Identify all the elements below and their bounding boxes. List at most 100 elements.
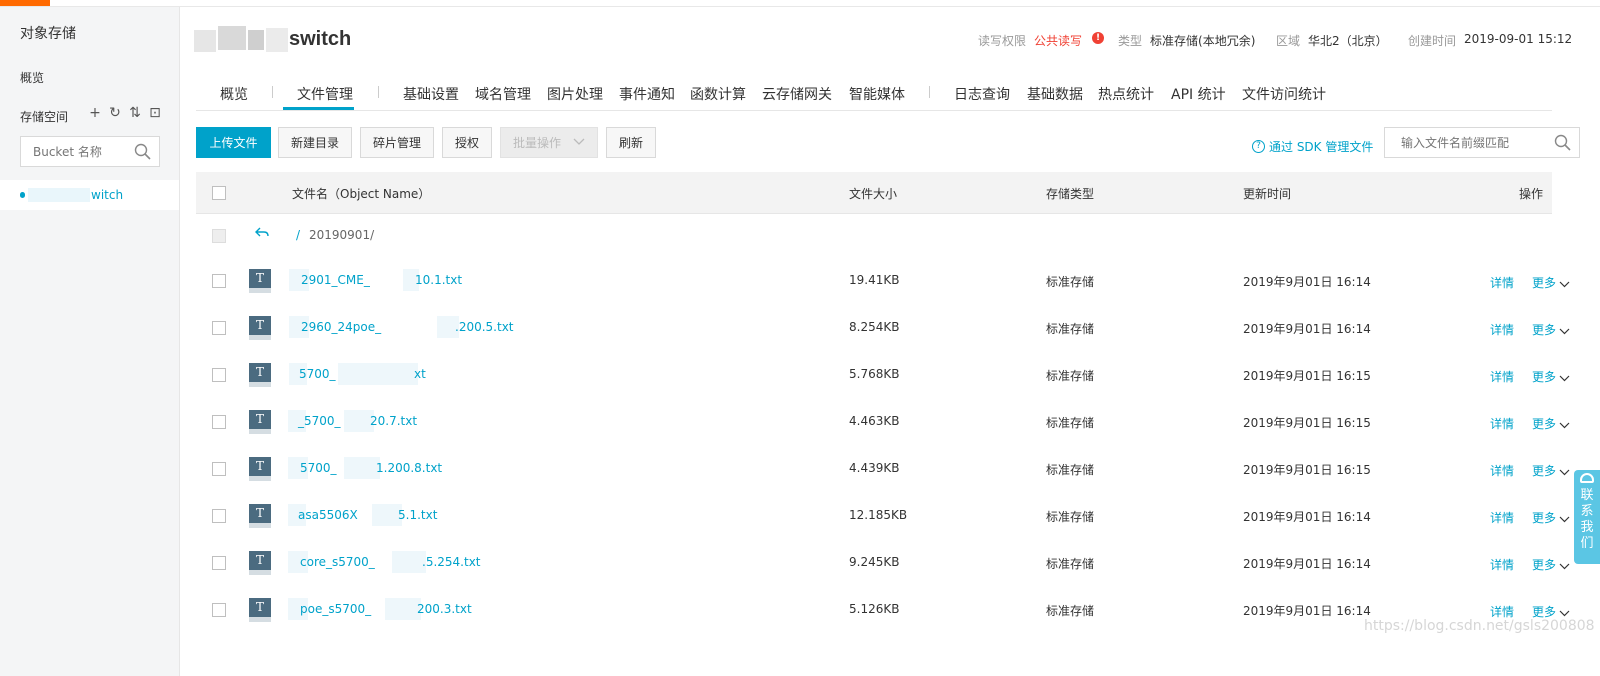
redacted-region <box>194 30 216 52</box>
contact-us-button[interactable]: 联系我们 <box>1574 470 1600 564</box>
row-checkbox[interactable] <box>212 415 226 429</box>
more-dropdown[interactable]: 更多 <box>1532 509 1570 526</box>
updated-time: 2019年9月01日 16:15 <box>1243 463 1371 477</box>
tab-log-query[interactable]: 日志查询 <box>954 84 1010 104</box>
detail-link[interactable]: 详情 <box>1490 368 1514 385</box>
bucket-search-input[interactable] <box>21 137 125 166</box>
row-checkbox[interactable] <box>212 274 226 288</box>
more-dropdown[interactable]: 更多 <box>1532 368 1570 385</box>
table-row: T 5700_ 1.200.8.txt 4.439KB 标准存储 2019年9月… <box>196 444 1570 491</box>
detail-link[interactable]: 详情 <box>1490 321 1514 338</box>
file-name-suffix[interactable]: .200.5.txt <box>455 320 514 334</box>
file-size: 5.126KB <box>849 602 900 616</box>
more-label: 更多 <box>1532 370 1557 384</box>
updated-time: 2019年9月01日 16:14 <box>1243 557 1371 571</box>
file-name-link[interactable]: 5700_ <box>299 367 336 381</box>
created-label: 创建时间 <box>1408 34 1457 48</box>
redacted-region <box>338 363 418 385</box>
file-name-link[interactable]: _5700_ <box>298 414 341 428</box>
warning-icon[interactable]: ! <box>1092 32 1105 44</box>
sdk-manage-link[interactable]: ? 通过 SDK 管理文件 <box>1252 138 1373 155</box>
row-checkbox[interactable] <box>212 462 226 476</box>
file-name-suffix[interactable]: 20.7.txt <box>370 414 417 428</box>
tab-file-management[interactable]: 文件管理 <box>297 84 353 104</box>
sort-icon[interactable]: ⇅ <box>128 105 142 121</box>
file-name-link[interactable]: core_s5700_ <box>300 555 375 569</box>
refresh-button[interactable]: 刷新 <box>606 127 656 158</box>
tab-domain-management[interactable]: 域名管理 <box>475 84 531 104</box>
tab-overview[interactable]: 概览 <box>220 84 248 104</box>
sdk-link-text: 通过 SDK 管理文件 <box>1269 140 1374 154</box>
expand-icon[interactable]: ⊡ <box>148 105 162 121</box>
row-checkbox[interactable] <box>212 509 226 523</box>
fragment-management-button[interactable]: 碎片管理 <box>360 127 434 158</box>
detail-link[interactable]: 详情 <box>1490 556 1514 573</box>
tab-file-access-stats[interactable]: 文件访问统计 <box>1242 84 1326 104</box>
active-tab-indicator <box>283 107 354 110</box>
file-name-link[interactable]: 2901_CME_ <box>301 273 370 287</box>
updated-time: 2019年9月01日 16:14 <box>1243 604 1371 618</box>
tab-image-processing[interactable]: 图片处理 <box>547 84 603 104</box>
file-name-suffix[interactable]: 1.200.8.txt <box>376 461 442 475</box>
add-bucket-icon[interactable]: + <box>88 105 102 121</box>
tab-smart-media[interactable]: 智能媒体 <box>849 84 905 104</box>
tab-function-compute[interactable]: 函数计算 <box>690 84 746 104</box>
sidebar-item-overview[interactable]: 概览 <box>20 69 44 86</box>
text-file-icon: T <box>249 410 271 434</box>
text-file-icon: T <box>249 457 271 481</box>
row-checkbox[interactable] <box>212 556 226 570</box>
file-name-suffix[interactable]: .5.254.txt <box>422 555 481 569</box>
more-dropdown[interactable]: 更多 <box>1532 462 1570 479</box>
row-checkbox[interactable] <box>212 603 226 617</box>
file-name-link[interactable]: 2960_24poe_ <box>301 320 381 334</box>
redacted-region <box>344 457 380 479</box>
row-checkbox[interactable] <box>212 321 226 335</box>
back-arrow-icon[interactable] <box>254 226 270 243</box>
search-icon[interactable] <box>1554 134 1571 154</box>
batch-operation-dropdown[interactable]: 批量操作 <box>500 127 598 158</box>
created-value: 2019-09-01 15:12 <box>1464 32 1573 46</box>
storage-type: 标准存储 <box>1046 510 1095 524</box>
tab-storage-gateway[interactable]: 云存储网关 <box>762 84 832 104</box>
text-file-icon: T <box>249 363 271 387</box>
more-dropdown[interactable]: 更多 <box>1532 415 1570 432</box>
refresh-icon[interactable]: ↻ <box>108 105 122 121</box>
authorize-button[interactable]: 授权 <box>442 127 492 158</box>
detail-link[interactable]: 详情 <box>1490 415 1514 432</box>
file-name-suffix[interactable]: 5.1.txt <box>398 508 437 522</box>
path-root-link[interactable]: / <box>296 228 300 242</box>
row-checkbox[interactable] <box>212 368 226 382</box>
tab-basic-settings[interactable]: 基础设置 <box>403 84 459 104</box>
new-directory-button[interactable]: 新建目录 <box>278 127 352 158</box>
file-name-suffix[interactable]: 10.1.txt <box>415 273 462 287</box>
more-label: 更多 <box>1532 276 1557 290</box>
more-dropdown[interactable]: 更多 <box>1532 274 1570 291</box>
sidebar-item-bucket[interactable]: witch <box>0 180 179 210</box>
file-name-link[interactable]: asa5506X <box>298 508 358 522</box>
more-dropdown[interactable]: 更多 <box>1532 321 1570 338</box>
file-prefix-search-input[interactable] <box>1385 128 1545 157</box>
redacted-region <box>248 30 264 50</box>
search-icon[interactable] <box>134 143 151 163</box>
file-name-suffix[interactable]: xt <box>414 367 426 381</box>
file-name-suffix[interactable]: 200.3.txt <box>417 602 472 616</box>
upload-file-button[interactable]: 上传文件 <box>196 127 271 158</box>
storage-type: 标准存储 <box>1046 604 1095 618</box>
detail-link[interactable]: 详情 <box>1490 274 1514 291</box>
storage-type: 标准存储 <box>1046 557 1095 571</box>
detail-link[interactable]: 详情 <box>1490 509 1514 526</box>
file-name-link[interactable]: poe_s5700_ <box>300 602 371 616</box>
tab-event-notification[interactable]: 事件通知 <box>619 84 675 104</box>
select-all-checkbox[interactable] <box>212 186 226 200</box>
more-dropdown[interactable]: 更多 <box>1532 556 1570 573</box>
file-name-link[interactable]: 5700_ <box>300 461 337 475</box>
tab-hotspot-stats[interactable]: 热点统计 <box>1098 84 1154 104</box>
tab-basic-data[interactable]: 基础数据 <box>1027 84 1083 104</box>
tab-api-stats[interactable]: API 统计 <box>1171 84 1226 104</box>
tab-divider <box>272 86 273 98</box>
table-row: T asa5506X 5.1.txt 12.185KB 标准存储 2019年9月… <box>196 491 1570 538</box>
chevron-down-icon <box>1559 328 1570 334</box>
chevron-down-icon <box>1559 563 1570 569</box>
detail-link[interactable]: 详情 <box>1490 462 1514 479</box>
bucket-indicator <box>20 192 25 198</box>
